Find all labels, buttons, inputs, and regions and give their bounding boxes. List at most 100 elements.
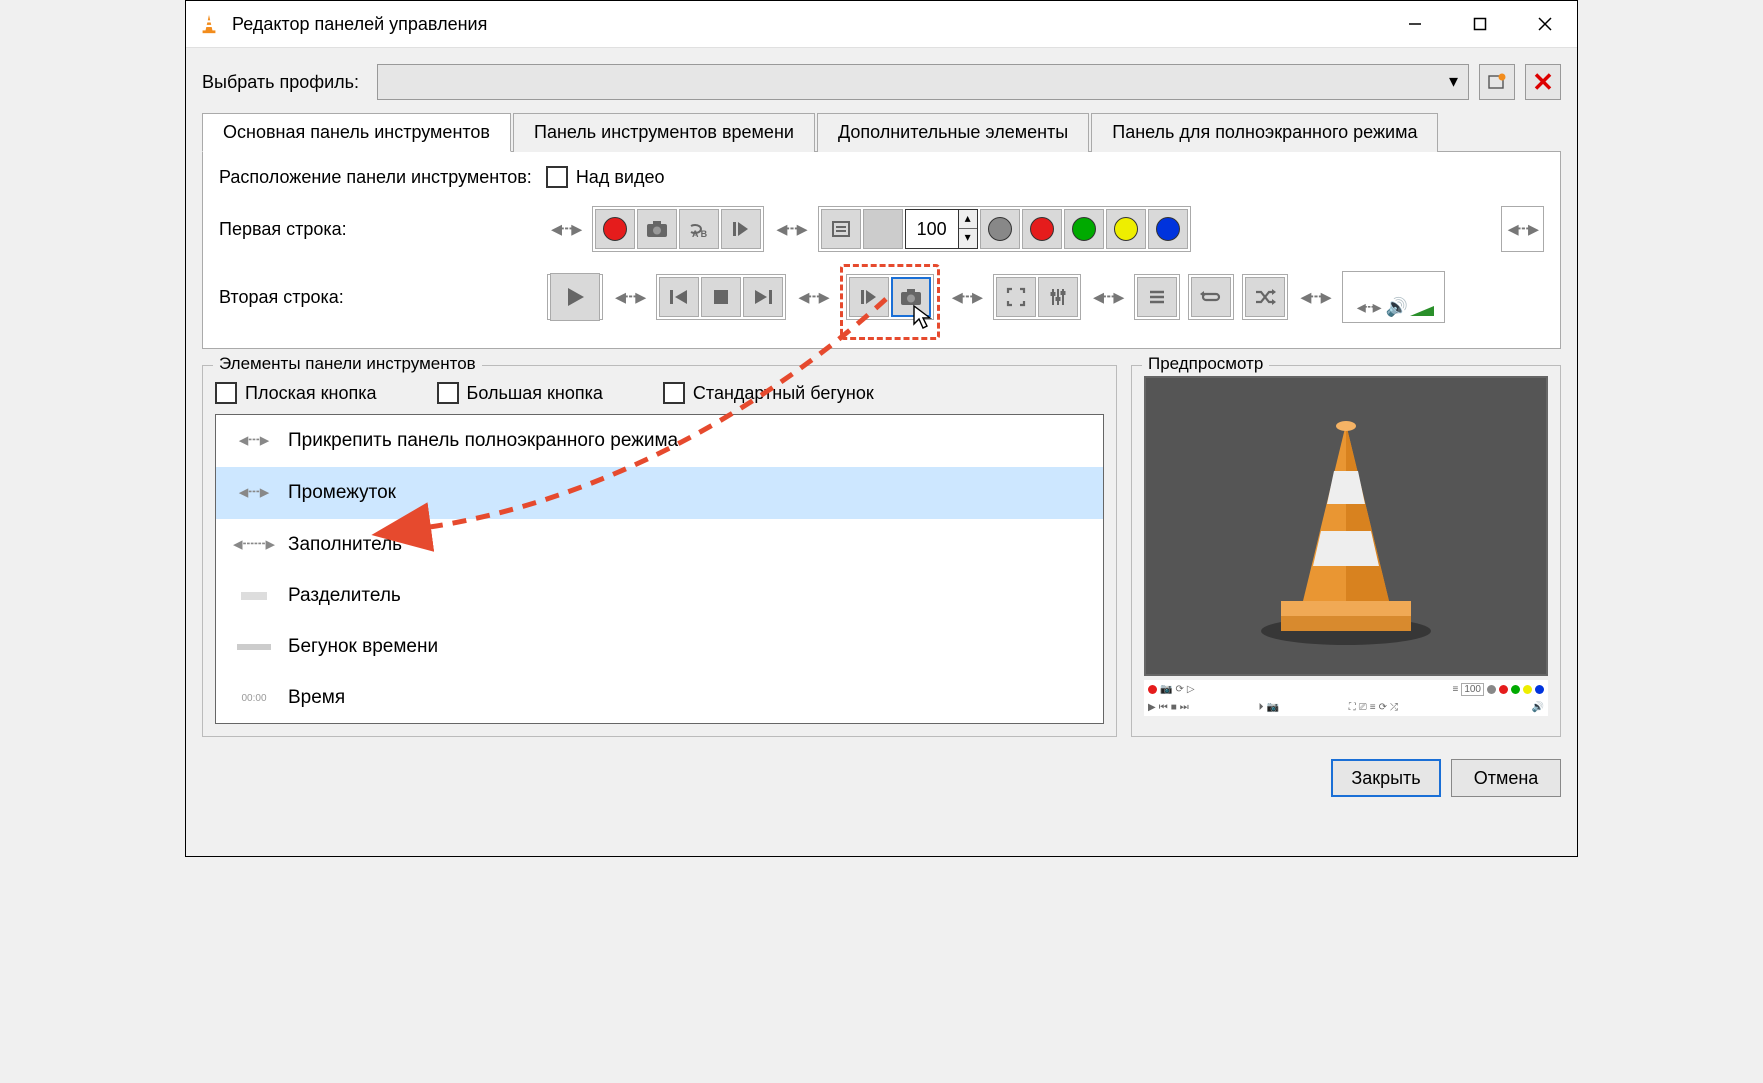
blue-dot-button[interactable] [1148, 209, 1188, 249]
cancel-button[interactable]: Отмена [1451, 759, 1561, 797]
line2-group-skip[interactable] [656, 274, 786, 320]
close-button[interactable] [1512, 1, 1577, 48]
vlc-cone-large-icon [1241, 406, 1451, 646]
native-slider-label: Стандартный бегунок [693, 383, 874, 404]
flat-button-checkbox[interactable]: Плоская кнопка [215, 382, 377, 404]
yellow-dot-button[interactable] [1106, 209, 1146, 249]
ab-loop-button[interactable]: A B [679, 209, 719, 249]
checkbox-icon [215, 382, 237, 404]
close-button[interactable]: Закрыть [1331, 759, 1441, 797]
list-item[interactable]: Разделитель [216, 571, 1103, 622]
line1-group-record[interactable]: A B [592, 206, 764, 252]
list-item-selected[interactable]: ◂┄▸ Промежуток [216, 467, 1103, 519]
spacer-icon[interactable]: ◂┄▸ [1296, 284, 1333, 310]
spacer-icon[interactable]: ◂┄▸ [1353, 297, 1384, 318]
list-item[interactable]: ◂┄▸ Прикрепить панель полноэкранного реж… [216, 415, 1103, 467]
native-slider-checkbox[interactable]: Стандартный бегунок [663, 382, 874, 404]
list-item[interactable]: Бегунок времени [216, 622, 1103, 673]
record-button[interactable] [595, 209, 635, 249]
elements-legend: Элементы панели инструментов [213, 354, 482, 374]
fullscreen-button[interactable] [996, 277, 1036, 317]
checkbox-icon [663, 382, 685, 404]
list-icon [1147, 288, 1167, 306]
spacer-icon[interactable]: ◂┄▸ [772, 216, 809, 242]
toolbar-editor-window: Редактор панелей управления Выбрать проф… [185, 0, 1578, 857]
prev-icon [669, 288, 689, 306]
line2-group-volume[interactable]: ◂┄▸ 🔊 [1342, 271, 1445, 323]
checkbox-icon [546, 166, 568, 188]
delete-profile-button[interactable]: ✕ [1525, 64, 1561, 100]
placement-label: Расположение панели инструментов: [219, 167, 532, 188]
list-item[interactable]: ◂┄┄▸ Заполнитель [216, 519, 1103, 571]
spacer-icon[interactable]: ◂┄▸ [1504, 216, 1541, 242]
window-title: Редактор панелей управления [232, 14, 1382, 35]
playlist-button[interactable] [821, 209, 861, 249]
frame-step-button[interactable] [721, 209, 761, 249]
camera-icon [900, 288, 922, 306]
snapshot-button-selected[interactable] [891, 277, 931, 317]
line2-group-dropped[interactable] [846, 274, 934, 320]
list-item[interactable]: 00:00 Время [216, 673, 1103, 724]
volume-slider-icon[interactable] [1410, 304, 1434, 318]
shuffle-icon [1254, 288, 1276, 306]
line1-group-right[interactable]: ◂┄▸ [1501, 206, 1544, 252]
red-dot-button[interactable] [1022, 209, 1062, 249]
above-video-checkbox[interactable]: Над видео [546, 166, 665, 188]
spacer-icon[interactable]: ◂┄▸ [611, 284, 648, 310]
tab-time-toolbar[interactable]: Панель инструментов времени [513, 113, 815, 152]
preview-area [1144, 376, 1548, 676]
next-button[interactable] [743, 277, 783, 317]
tab-advanced[interactable]: Дополнительные элементы [817, 113, 1089, 152]
list-item-label: Разделитель [288, 585, 401, 607]
preview-mini-row1: 📷⟳▷ ≡100 [1144, 680, 1548, 699]
delete-icon: ✕ [1532, 67, 1554, 98]
frame-step-icon [732, 220, 750, 238]
big-button-label: Большая кнопка [467, 383, 603, 404]
tab-main-toolbar[interactable]: Основная панель инструментов [202, 113, 511, 152]
big-button-checkbox[interactable]: Большая кнопка [437, 382, 603, 404]
line2-group-loop[interactable] [1188, 274, 1234, 320]
minimize-button[interactable] [1382, 1, 1447, 48]
profile-row: Выбрать профиль: ✕ [202, 64, 1561, 100]
line2-group-fullscreen[interactable] [993, 274, 1081, 320]
spacer-icon[interactable]: ◂┄▸ [948, 284, 985, 310]
line2-group-playlist[interactable] [1134, 274, 1180, 320]
grey-dot-button[interactable] [980, 209, 1020, 249]
line2-group-shuffle[interactable] [1242, 274, 1288, 320]
dot-icon [1072, 217, 1096, 241]
profile-label: Выбрать профиль: [202, 72, 359, 93]
play-button[interactable] [550, 273, 600, 321]
spacer-icon: ◂┄▸ [234, 429, 274, 452]
playlist-button[interactable] [1137, 277, 1177, 317]
empty-slot[interactable] [863, 209, 903, 249]
spacer-icon[interactable]: ◂┄▸ [547, 216, 584, 242]
prev-button[interactable] [659, 277, 699, 317]
profile-select[interactable] [377, 64, 1469, 100]
vlc-cone-icon [198, 13, 220, 35]
tab-fullscreen[interactable]: Панель для полноэкранного режима [1091, 113, 1438, 152]
maximize-button[interactable] [1447, 1, 1512, 48]
spin-down[interactable]: ▾ [959, 229, 977, 248]
frame-step-button[interactable] [849, 277, 889, 317]
time-slider-icon [234, 644, 274, 650]
loop-button[interactable] [1191, 277, 1231, 317]
shuffle-button[interactable] [1245, 277, 1285, 317]
line1-group-playlist[interactable]: ▴ ▾ [818, 206, 1191, 252]
elements-list[interactable]: ◂┄▸ Прикрепить панель полноэкранного реж… [215, 414, 1104, 724]
spacer-icon[interactable]: ◂┄▸ [794, 284, 831, 310]
spin-up[interactable]: ▴ [959, 210, 977, 229]
line2-group-play[interactable] [547, 274, 603, 320]
speed-input[interactable] [906, 210, 958, 248]
play-icon [563, 285, 587, 309]
fullscreen-icon [1006, 287, 1026, 307]
equalizer-button[interactable] [1038, 277, 1078, 317]
stop-button[interactable] [701, 277, 741, 317]
snapshot-button[interactable] [637, 209, 677, 249]
line2-row: Вторая строка: ◂┄▸ [219, 268, 1544, 326]
green-dot-button[interactable] [1064, 209, 1104, 249]
speed-spinbox[interactable]: ▴ ▾ [905, 209, 978, 249]
volume-icon[interactable]: 🔊 [1386, 297, 1408, 318]
window-controls [1382, 1, 1577, 48]
spacer-icon[interactable]: ◂┄▸ [1089, 284, 1126, 310]
new-profile-button[interactable] [1479, 64, 1515, 100]
